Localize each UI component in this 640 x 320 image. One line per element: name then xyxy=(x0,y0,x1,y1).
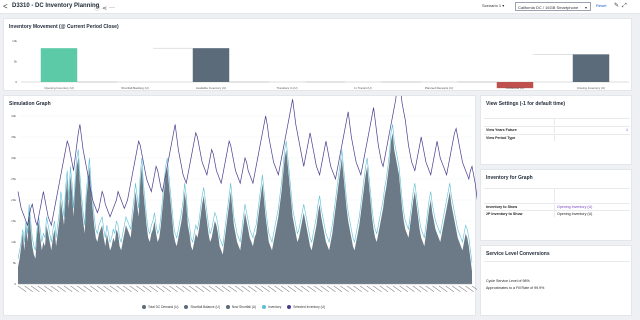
legend-item[interactable]: New Shortfall (U) xyxy=(225,305,256,309)
expand-icon[interactable]: ⤢ xyxy=(622,3,630,9)
dc-selector-value: California DC / 16GB Smartphone xyxy=(518,5,579,10)
inventory-movement-chart: 0 5k 10k Opening Inventory (U) Shortfall Bac… xyxy=(12,39,629,90)
y-tick-label: 5k xyxy=(13,261,17,265)
edit-icon[interactable]: ✎ xyxy=(614,3,622,9)
info-icon[interactable]: ⓘ xyxy=(94,6,102,12)
share-icon[interactable]: ⋖ xyxy=(102,6,109,12)
fill-rate-text: Approximates to a Fill Rate of 99.9% xyxy=(486,286,545,290)
settings-row xyxy=(484,118,630,125)
scenario-dropdown[interactable]: Scenario 1 ▾ xyxy=(482,3,504,8)
dc-selector[interactable]: California DC / 16GB Smartphone ▾ xyxy=(515,2,591,11)
years-future-value[interactable]: 1 xyxy=(626,128,628,132)
simulation-panel: Simulation Graph 0 5k 10k 15k 20k 25k 30k 35k 40… xyxy=(3,95,477,316)
x-tick-label: Available Inventory (U) xyxy=(196,86,226,90)
top-bar: < D3310 - DC Inventory Planning ⓘ⋖⋯ Scen… xyxy=(0,0,640,14)
simulation-legend: Total DC Demand (U) Shortfall Balance (U… xyxy=(142,305,325,309)
inventory-to-show-select[interactable]: Opening Inventory (U) xyxy=(557,205,592,209)
settings-row-years-future[interactable]: View Years Future 1 xyxy=(484,126,630,133)
y-tick-label: 0 xyxy=(14,282,16,286)
bar xyxy=(572,54,610,82)
x-tick-label: Planned Receipts (U) xyxy=(425,86,454,90)
bar xyxy=(40,48,78,82)
simulation-chart: 0 5k 10k 15k 20k 25k 30k 35k 40k xyxy=(11,96,477,292)
service-level-title: Service Level Conversions xyxy=(486,251,550,257)
more-icon[interactable]: ⋯ xyxy=(109,6,117,12)
inventory-for-graph-panel: Inventory for Graph Inventory to Show Op… xyxy=(480,169,632,241)
y-tick-label: 25k xyxy=(11,177,16,181)
x-tick-label: Shortfall Backlog (U) xyxy=(121,86,149,90)
chevron-down-icon: ▾ xyxy=(584,5,587,10)
y-tick-label: 5k xyxy=(14,60,18,64)
y-tick-label: 15k xyxy=(11,219,16,223)
x-tick-label: Outbound (U) xyxy=(506,86,524,90)
cycle-service-level-text: Cycle Service Level of 98% xyxy=(486,279,530,283)
header-icons: ⓘ⋖⋯ xyxy=(94,3,117,12)
x-tick-label: In Transit (U) xyxy=(354,86,371,90)
page-title: D3310 - DC Inventory Planning xyxy=(12,3,100,9)
y-tick-label: 40k xyxy=(11,114,16,118)
service-level-divider xyxy=(484,261,630,279)
legend-item[interactable]: Shortfall Balance (U) xyxy=(184,305,220,309)
inventory-row xyxy=(484,188,630,202)
inventory-movement-panel: Inventory Movement (@ Current Period Clo… xyxy=(3,18,632,91)
reset-button[interactable]: Reset xyxy=(596,3,606,8)
legend-item[interactable]: Total DC Demand (U) xyxy=(142,305,178,309)
legend-item[interactable]: Selected Inventory (U) xyxy=(287,305,325,309)
x-tick-label: Closing Inventory (U) xyxy=(577,86,605,90)
service-level-panel: Service Level Conversions Cycle Service … xyxy=(480,245,632,316)
y-tick-label: 10k xyxy=(11,240,16,244)
view-settings-panel: View Settings (-1 for default time) View… xyxy=(480,95,632,165)
y-tick-label: 10k xyxy=(12,39,17,43)
bar xyxy=(192,48,230,82)
2p-inventory-row[interactable]: 2P Inventory to Show Opening Inventory (… xyxy=(484,210,630,217)
scenario-label: Scenario 1 xyxy=(482,3,502,8)
y-tick-label: 35k xyxy=(11,135,16,139)
y-tick-label: 30k xyxy=(11,156,16,160)
back-icon[interactable]: < xyxy=(3,2,8,11)
y-tick-label: 0 xyxy=(15,80,17,84)
view-settings-title: View Settings (-1 for default time) xyxy=(486,101,566,107)
legend-item[interactable]: Inventory xyxy=(262,305,281,309)
x-tick-label: Opening Inventory (U) xyxy=(44,86,74,90)
inventory-for-graph-title: Inventory for Graph xyxy=(486,175,533,181)
y-tick-label: 20k xyxy=(11,198,16,202)
x-tick-label: Transfers In (U) xyxy=(277,86,298,90)
settings-row-period-type[interactable]: View Period Type xyxy=(484,134,630,141)
demand-area xyxy=(18,132,472,284)
inventory-to-show-row[interactable]: Inventory to Show Opening Inventory (U) xyxy=(484,203,630,210)
2p-inventory-select[interactable]: Opening Inventory (U) xyxy=(557,212,592,216)
